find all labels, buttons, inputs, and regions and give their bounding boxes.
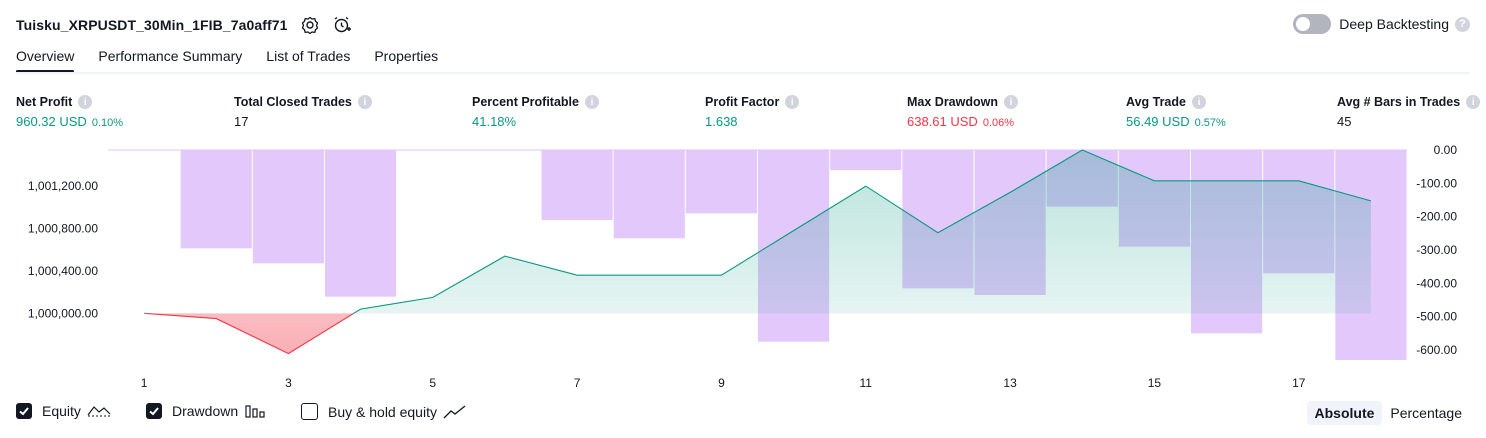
- metric-label: Max Drawdown: [907, 95, 998, 109]
- drawdown-bar: [252, 150, 324, 264]
- x-axis-tick-label: 11: [860, 376, 873, 390]
- metric-label: Net Profit: [16, 95, 73, 109]
- metric-label: Avg Trade: [1126, 95, 1186, 109]
- x-axis-tick-label: 17: [1292, 376, 1306, 390]
- help-icon[interactable]: i: [357, 95, 372, 109]
- add-alert-icon[interactable]: [332, 15, 352, 35]
- tab-properties[interactable]: Properties: [374, 48, 438, 72]
- x-axis-tick-label: 7: [574, 376, 581, 390]
- drawdown-label: Drawdown: [172, 403, 239, 419]
- metric-label: Percent Profitable: [472, 95, 579, 109]
- metric-percent: 0.10%: [91, 117, 124, 129]
- metric-max-drawdown: Max Drawdown i 638.61 USD 0.06%: [907, 94, 1018, 129]
- legend-drawdown[interactable]: Drawdown: [146, 403, 266, 419]
- metric-label: Profit Factor: [705, 95, 780, 109]
- right-axis-tick-label: -300.00: [1416, 243, 1457, 257]
- legend-buy-hold[interactable]: Buy & hold equity: [301, 403, 467, 420]
- right-axis-tick-label: -600.00: [1416, 343, 1457, 357]
- metric-percent: 0.57%: [1194, 117, 1226, 129]
- metric-value: 960.32 USD: [16, 114, 87, 129]
- strategy-header: Tuisku_XRPUSDT_30Min_1FIB_7a0aff71: [16, 14, 352, 36]
- tab-divider: [16, 72, 1470, 74]
- strategy-title: Tuisku_XRPUSDT_30Min_1FIB_7a0aff71: [16, 17, 288, 33]
- metric-value: 638.61 USD: [907, 114, 978, 129]
- equity-drawdown-chart[interactable]: 1,000,000.00 1,000,400.00 1,000,800.00 1,00…: [0, 140, 1486, 398]
- tab-bar: Overview Performance Summary List of Tra…: [16, 48, 462, 73]
- x-axis-tick-label: 5: [429, 376, 436, 390]
- drawdown-bar: [325, 150, 397, 297]
- help-icon[interactable]: i: [1191, 95, 1206, 109]
- metric-value: 41.18%: [472, 114, 517, 129]
- metric-net-profit: Net Profit i 960.32 USD 0.10%: [16, 94, 123, 129]
- help-icon[interactable]: i: [785, 95, 800, 109]
- left-axis-tick-label: 1,000,800.00: [28, 221, 98, 235]
- help-icon[interactable]: i: [584, 95, 599, 109]
- x-axis-tick-label: 13: [1003, 376, 1017, 390]
- metric-avg-bars-in-trades: Avg # Bars in Trades i 45: [1337, 94, 1481, 129]
- scale-toggle: Absolute Percentage: [1306, 401, 1471, 425]
- percentage-button[interactable]: Percentage: [1382, 401, 1470, 425]
- drawdown-bar: [541, 150, 613, 220]
- help-icon[interactable]: i: [1004, 95, 1018, 109]
- help-icon[interactable]: i: [1466, 95, 1481, 109]
- tab-performance-summary[interactable]: Performance Summary: [98, 48, 242, 72]
- metric-label: Avg # Bars in Trades: [1337, 95, 1461, 109]
- right-axis-tick-label: 0.00: [1434, 143, 1458, 157]
- right-axis-tick-label: -100.00: [1416, 176, 1457, 190]
- legend-equity[interactable]: Equity: [16, 403, 111, 419]
- drawdown-bars-icon: [244, 403, 266, 419]
- equity-checkbox[interactable]: [16, 403, 32, 419]
- settings-icon[interactable]: [300, 15, 320, 35]
- tab-list-of-trades[interactable]: List of Trades: [266, 48, 350, 72]
- right-axis-tick-label: -400.00: [1416, 276, 1457, 290]
- x-axis-tick-label: 15: [1148, 376, 1162, 390]
- help-icon[interactable]: i: [78, 95, 93, 109]
- buy-hold-checkbox[interactable]: [301, 403, 318, 420]
- metric-total-closed-trades: Total Closed Trades i 17: [234, 94, 372, 129]
- absolute-button[interactable]: Absolute: [1306, 401, 1383, 425]
- metric-avg-trade: Avg Trade i 56.49 USD 0.57%: [1126, 94, 1226, 129]
- drawdown-bar: [830, 150, 902, 170]
- drawdown-bar: [613, 150, 685, 239]
- x-axis-tick-label: 3: [285, 376, 292, 390]
- metric-profit-factor: Profit Factor i 1.638: [705, 94, 800, 129]
- drawdown-checkbox[interactable]: [146, 403, 162, 419]
- deep-backtesting-label: Deep Backtesting: [1339, 16, 1449, 32]
- metric-percent: 0.06%: [982, 117, 1015, 129]
- metric-percent-profitable: Percent Profitable i 41.18%: [472, 94, 599, 129]
- deep-backtesting-toggle[interactable]: [1293, 14, 1332, 34]
- metric-value: 17: [234, 114, 249, 129]
- buy-hold-line-icon: [443, 404, 467, 420]
- help-icon[interactable]: ?: [1455, 16, 1470, 32]
- deep-backtesting: Deep Backtesting ?: [1293, 14, 1470, 34]
- x-axis-tick-label: 9: [718, 376, 725, 390]
- metric-value: 1.638: [705, 114, 738, 129]
- metric-value: 56.49 USD: [1126, 114, 1190, 129]
- right-axis-tick-label: -200.00: [1416, 210, 1457, 224]
- drawdown-bar: [180, 150, 252, 249]
- metric-label: Total Closed Trades: [234, 95, 352, 109]
- right-axis-tick-label: -500.00: [1416, 310, 1457, 324]
- drawdown-bar: [685, 150, 757, 214]
- left-axis-tick-label: 1,000,000.00: [28, 306, 98, 320]
- metric-value: 45: [1337, 114, 1352, 129]
- equity-label: Equity: [42, 403, 81, 419]
- x-axis-tick-label: 1: [141, 376, 148, 390]
- left-axis-tick-label: 1,000,400.00: [28, 264, 98, 278]
- equity-line-icon: [87, 403, 111, 419]
- left-axis-tick-label: 1,001,200.00: [28, 179, 98, 193]
- buy-hold-label: Buy & hold equity: [328, 403, 437, 420]
- tab-overview[interactable]: Overview: [16, 48, 75, 73]
